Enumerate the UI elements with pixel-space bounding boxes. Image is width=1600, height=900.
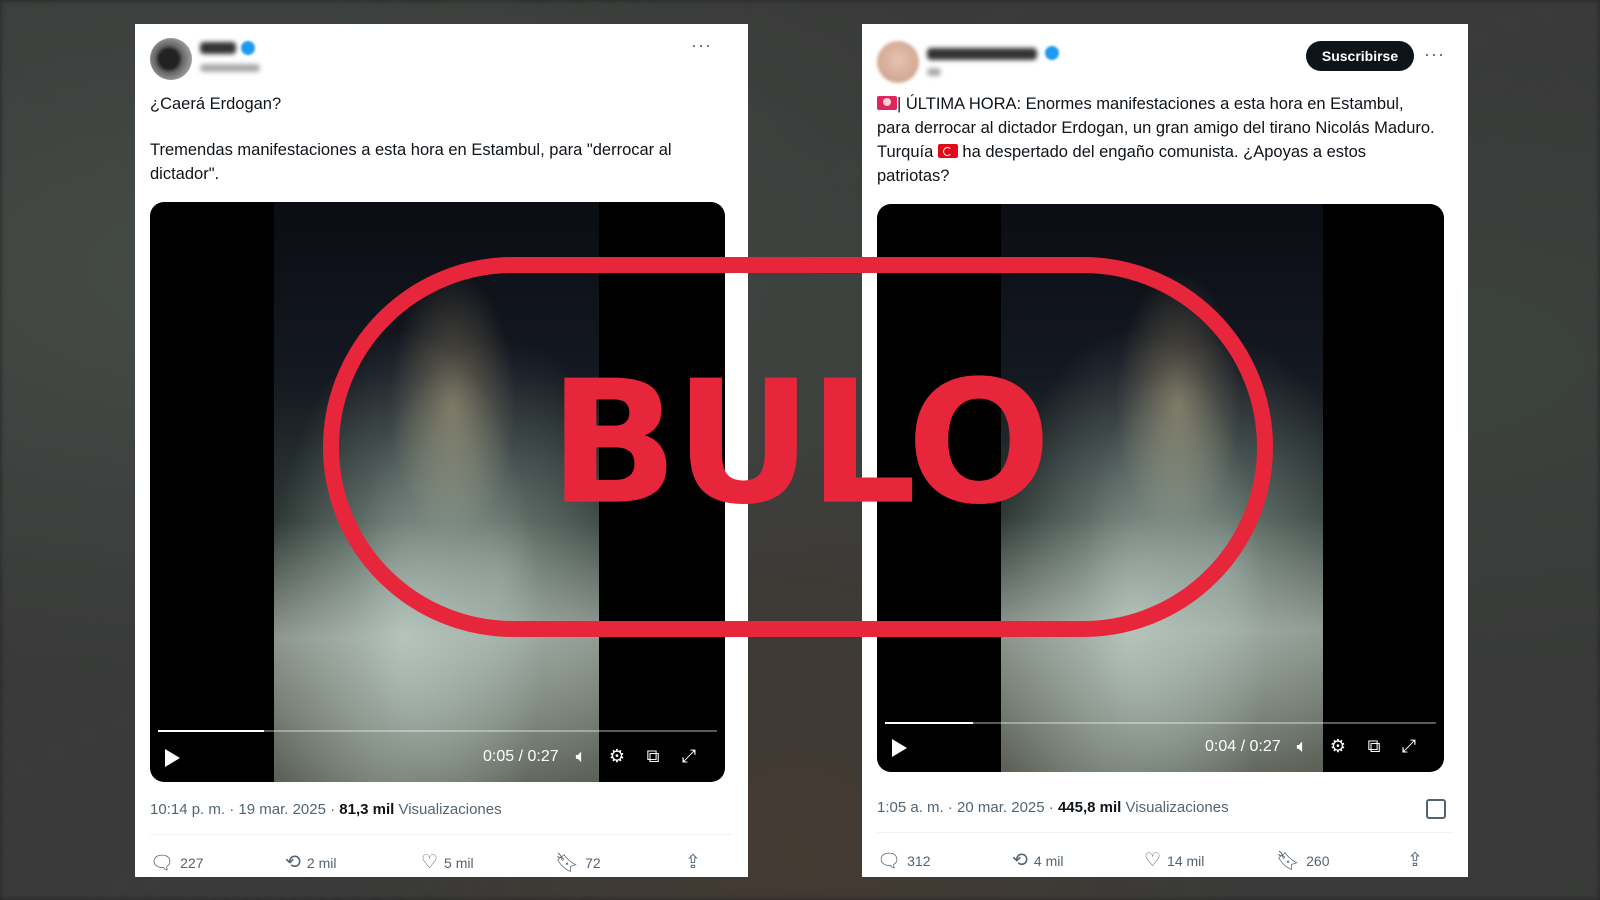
gear-icon[interactable]: ⚙ [606, 746, 628, 767]
reply-button[interactable]: 🗨︎ 227 [150, 851, 203, 875]
verified-badge-icon [241, 41, 255, 55]
blurred-handle [927, 68, 941, 76]
video-progress-fill [158, 730, 265, 732]
tweet-text-body: Tremendas manifestaciones a esta hora en… [150, 141, 672, 183]
blurred-display-name [927, 48, 1037, 60]
divider [150, 834, 733, 835]
like-count: 5 mil [444, 854, 474, 871]
tweet-timestamp[interactable]: 10:14 p. m. · 19 mar. 2025 · [150, 801, 339, 818]
repost-button[interactable]: ⟲ 2 mil [285, 851, 336, 874]
play-icon[interactable] [165, 749, 180, 767]
views-count: 445,8 mil [1057, 799, 1122, 816]
video-progress-bar[interactable] [158, 730, 717, 732]
gear-icon[interactable]: ⚙ [1327, 736, 1349, 757]
tweet-text-body: | ÚLTIMA HORA: Enormes manifestaciones a… [877, 92, 1437, 188]
bookmark-count: 72 [585, 855, 601, 871]
reply-count: 312 [907, 853, 931, 869]
share-icon: ⇪ [685, 852, 701, 873]
video-controls: 0:04 / 0:27 🔈︎ ⚙ ⧉ ⤢ [877, 728, 1444, 768]
video-time: 0:04 / 0:27 [1205, 738, 1281, 755]
reply-icon: 🗨︎ [150, 853, 175, 874]
fullscreen-icon[interactable]: ⤢ [678, 746, 700, 767]
bookmark-count: 260 [1306, 853, 1330, 869]
tweet-meta: 1:05 a. m. · 20 mar. 2025 · 445,8 mil Vi… [877, 799, 1229, 816]
bookmark-button[interactable]: 🔖︎ 72 [555, 851, 601, 875]
reply-count: 227 [180, 855, 204, 871]
share-button[interactable]: ⇪ [1407, 849, 1423, 872]
video-time: 0:05 / 0:27 [483, 748, 559, 765]
video-progress-fill [885, 722, 974, 724]
reply-icon: 🗨︎ [877, 851, 902, 872]
heart-icon: ♡ [421, 852, 439, 873]
bulo-stamp: BULO [323, 257, 1273, 637]
siren-emoji-icon [877, 96, 897, 110]
like-button[interactable]: ♡ 14 mil [1144, 849, 1204, 872]
video-controls: 0:05 / 0:27 🔈︎ ⚙ ⧉ ⤢ [150, 738, 725, 778]
video-progress-bar[interactable] [885, 722, 1436, 724]
repost-button[interactable]: ⟲ 4 mil [1012, 849, 1063, 872]
volume-icon[interactable]: 🔈︎ [1291, 736, 1313, 757]
analytics-icon[interactable] [1426, 799, 1446, 819]
like-button[interactable]: ♡ 5 mil [421, 851, 474, 874]
bookmark-button[interactable]: 🔖︎ 260 [1276, 849, 1329, 873]
tweet-timestamp[interactable]: 1:05 a. m. · 20 mar. 2025 · [877, 799, 1058, 816]
tweet-text-question: ¿Caerá Erdogan? [150, 95, 282, 113]
avatar[interactable] [150, 38, 192, 80]
turkey-flag-icon [937, 144, 958, 158]
share-icon: ⇪ [1407, 850, 1423, 871]
reply-button[interactable]: 🗨︎ 312 [877, 849, 930, 873]
share-button[interactable]: ⇪ [685, 851, 701, 874]
like-count: 14 mil [1167, 852, 1205, 869]
blurred-display-name [200, 42, 236, 54]
tweet-meta: 10:14 p. m. · 19 mar. 2025 · 81,3 mil Vi… [150, 801, 502, 818]
tweet-actions: 🗨︎ 312 ⟲ 4 mil ♡ 14 mil 🔖︎ 260 ⇪ [862, 849, 1468, 879]
bookmark-icon: 🔖︎ [1276, 851, 1301, 872]
blurred-handle [200, 64, 260, 72]
repost-count: 2 mil [306, 854, 337, 871]
divider [877, 832, 1453, 833]
views-label: Visualizaciones [1125, 799, 1229, 816]
subscribe-button[interactable]: Suscribirse [1306, 41, 1414, 71]
pip-icon[interactable]: ⧉ [642, 746, 664, 767]
verified-badge-icon [1045, 46, 1059, 60]
tweet-actions: 🗨︎ 227 ⟲ 2 mil ♡ 5 mil 🔖︎ 72 ⇪ [135, 851, 748, 881]
more-options-icon[interactable]: ··· [691, 36, 712, 54]
avatar[interactable] [877, 41, 919, 83]
views-label: Visualizaciones [398, 801, 502, 818]
views-count: 81,3 mil [339, 801, 395, 818]
pip-icon[interactable]: ⧉ [1363, 736, 1385, 757]
play-icon[interactable] [892, 739, 907, 757]
repost-icon: ⟲ [1012, 850, 1028, 871]
bulo-stamp-text: BULO [548, 344, 1051, 543]
bookmark-icon: 🔖︎ [555, 853, 580, 874]
repost-count: 4 mil [1033, 852, 1064, 869]
volume-icon[interactable]: 🔈︎ [570, 746, 592, 767]
more-options-icon[interactable]: ··· [1424, 45, 1445, 63]
fullscreen-icon[interactable]: ⤢ [1398, 736, 1420, 757]
heart-icon: ♡ [1144, 850, 1162, 871]
repost-icon: ⟲ [285, 852, 301, 873]
